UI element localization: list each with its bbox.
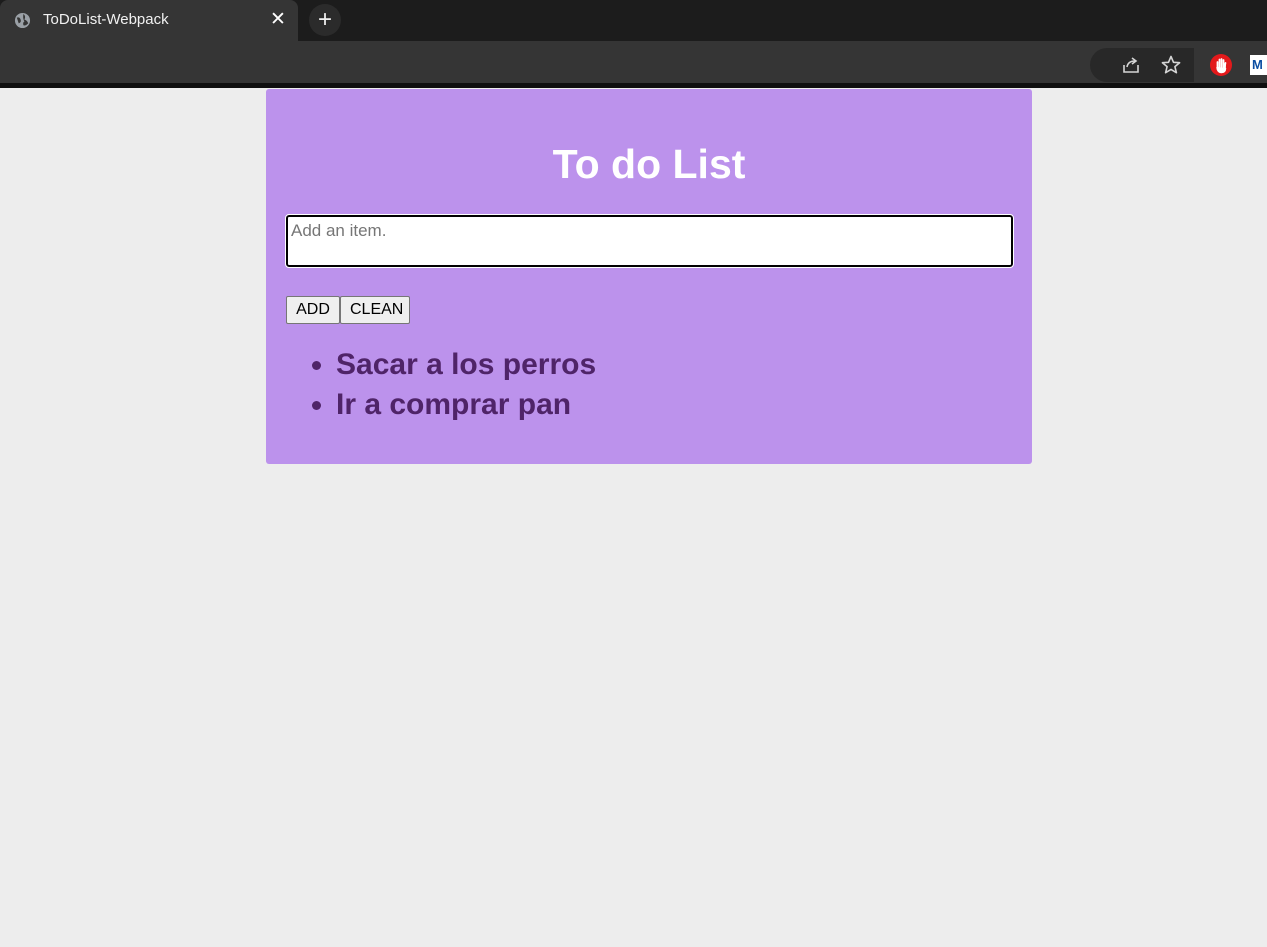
add-button[interactable]: ADD (286, 296, 340, 324)
add-item-input[interactable] (285, 214, 1014, 268)
m-extension-icon[interactable]: M (1250, 55, 1267, 75)
stop-extension-icon[interactable] (1210, 54, 1232, 76)
star-icon[interactable] (1160, 54, 1182, 76)
browser-toolbar: M (0, 41, 1267, 83)
active-tab[interactable]: ToDoList-Webpack ✕ (0, 0, 298, 41)
tab-title: ToDoList-Webpack (43, 11, 169, 28)
toolbar-divider (0, 83, 1267, 88)
list-item[interactable]: Sacar a los perros (336, 345, 596, 385)
list-item[interactable]: Ir a comprar pan (336, 385, 596, 425)
todo-list: Sacar a los perros Ir a comprar pan (336, 345, 596, 425)
globe-icon (14, 12, 31, 29)
tab-strip: ToDoList-Webpack ✕ + (0, 0, 1267, 41)
browser-chrome: ToDoList-Webpack ✕ + M (0, 0, 1267, 88)
todo-card: To do List ADD CLEAN Sacar a los perros … (266, 89, 1032, 464)
share-icon[interactable] (1120, 54, 1142, 76)
hand-icon (1216, 58, 1227, 74)
clean-button[interactable]: CLEAN (340, 296, 410, 324)
new-tab-button[interactable]: + (309, 4, 341, 36)
close-tab-icon[interactable]: ✕ (268, 10, 288, 30)
omnibox-end (1090, 48, 1194, 82)
page-title: To do List (552, 141, 746, 187)
